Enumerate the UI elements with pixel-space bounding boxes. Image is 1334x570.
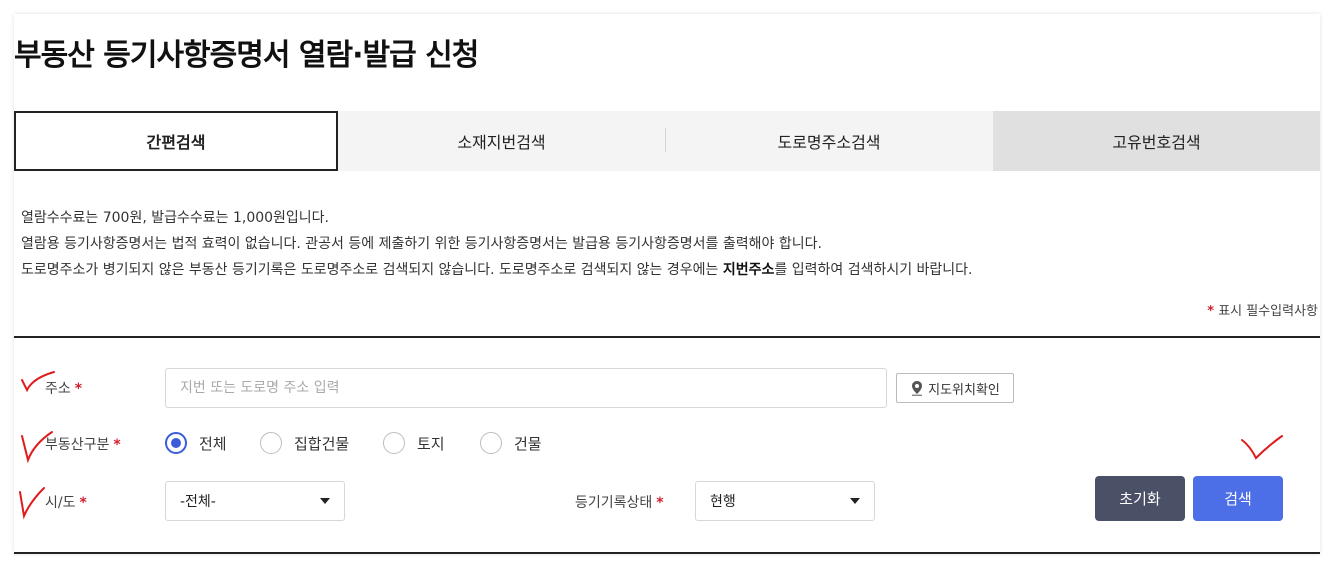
checkmark-annotation-icon bbox=[1241, 435, 1283, 460]
region-select[interactable]: -전체- bbox=[165, 481, 345, 521]
notice-legal-effect: 열람용 등기사항증명서는 법적 효력이 없습니다. 관공서 등에 제출하기 위한… bbox=[21, 236, 822, 252]
property-type-label: 부동산구분 * bbox=[45, 434, 121, 454]
radio-building[interactable]: 건물 bbox=[480, 432, 542, 454]
region-select-value: -전체- bbox=[180, 494, 216, 510]
map-button-label: 지도위치확인 bbox=[928, 382, 1000, 398]
required-mark: * bbox=[79, 495, 87, 511]
reset-button[interactable]: 초기화 bbox=[1095, 476, 1185, 521]
record-status-select[interactable]: 현행 bbox=[695, 481, 875, 521]
map-location-button[interactable]: 지도위치확인 bbox=[896, 373, 1014, 403]
tab-lot-number-search[interactable]: 소재지번검색 bbox=[338, 111, 665, 171]
required-legend-text: 표시 필수입력사항 bbox=[1218, 304, 1318, 319]
required-mark: * bbox=[1207, 304, 1215, 319]
radio-label: 집합건물 bbox=[294, 434, 350, 453]
notice-list: 열람수수료는 700원, 발급수수료는 1,000원입니다. 열람용 등기사항증… bbox=[21, 208, 973, 286]
required-mark: * bbox=[74, 381, 83, 397]
notice-emphasis: 지번주소 bbox=[722, 262, 775, 278]
map-pin-icon bbox=[912, 381, 923, 396]
tab-label: 소재지번검색 bbox=[457, 133, 546, 152]
search-button[interactable]: 검색 bbox=[1193, 476, 1283, 521]
address-input[interactable] bbox=[165, 368, 887, 408]
checkmark-annotation-icon bbox=[21, 371, 55, 393]
radio-button[interactable] bbox=[480, 432, 502, 454]
radio-collective-building[interactable]: 집합건물 bbox=[260, 432, 349, 454]
caret-down-icon bbox=[320, 498, 330, 504]
notice-text: 를 입력하여 검색하시기 바랍니다. bbox=[774, 262, 973, 278]
required-mark: * bbox=[656, 495, 664, 511]
required-mark: * bbox=[113, 437, 121, 453]
tab-road-address-search[interactable]: 도로명주소검색 bbox=[665, 111, 993, 171]
tab-label: 고유번호검색 bbox=[1112, 133, 1201, 152]
caret-down-icon bbox=[850, 498, 860, 504]
record-status-label-text: 등기기록상태 bbox=[575, 495, 653, 511]
page-title: 부동산 등기사항증명서 열람·발급 신청 bbox=[14, 38, 479, 73]
search-tabs: 간편검색 소재지번검색 도로명주소검색 고유번호검색 bbox=[14, 111, 1320, 171]
notice-road-address: 도로명주소가 병기되지 않은 부동산 등기기록은 도로명주소로 검색되지 않습니… bbox=[21, 260, 973, 286]
radio-button[interactable] bbox=[383, 432, 405, 454]
required-legend: * 표시 필수입력사항 bbox=[1207, 300, 1318, 319]
notice-fee: 열람수수료는 700원, 발급수수료는 1,000원입니다. bbox=[21, 210, 330, 226]
radio-button-selected[interactable] bbox=[165, 432, 187, 454]
record-status-select-value: 현행 bbox=[710, 494, 736, 510]
tab-unique-number-search[interactable]: 고유번호검색 bbox=[993, 111, 1320, 171]
radio-all[interactable]: 전체 bbox=[165, 432, 227, 454]
radio-label: 전체 bbox=[199, 434, 227, 453]
radio-land[interactable]: 토지 bbox=[383, 432, 445, 454]
notice-text: 도로명주소가 병기되지 않은 부동산 등기기록은 도로명주소로 검색되지 않습니… bbox=[21, 262, 723, 278]
checkmark-annotation-icon bbox=[21, 431, 53, 464]
radio-label: 건물 bbox=[514, 434, 542, 453]
radio-label: 토지 bbox=[417, 434, 445, 453]
tab-label: 도로명주소검색 bbox=[777, 133, 881, 152]
tab-label: 간편검색 bbox=[146, 133, 206, 152]
record-status-label: 등기기록상태 * bbox=[575, 492, 664, 512]
tab-divider bbox=[665, 128, 666, 152]
tab-simple-search[interactable]: 간편검색 bbox=[14, 111, 338, 171]
checkmark-annotation-icon bbox=[19, 487, 45, 520]
radio-button[interactable] bbox=[260, 432, 282, 454]
